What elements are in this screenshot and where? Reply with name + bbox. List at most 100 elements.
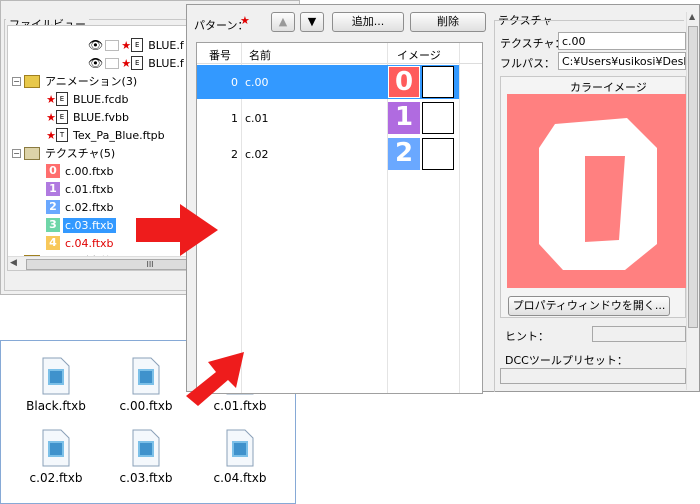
- tree-row-anim-3[interactable]: ★ T Tex_Pa_Blue.ftpb: [46, 126, 167, 144]
- animation-file-icon: E: [56, 110, 68, 124]
- texture-3-swatch-icon: 3: [46, 218, 60, 232]
- document-file-icon: [42, 357, 70, 395]
- visibility-toggle-icon[interactable]: [105, 39, 120, 51]
- file-item-black[interactable]: Black.ftxb: [17, 357, 95, 413]
- file-name: c.03.ftxb: [119, 471, 173, 485]
- delete-button[interactable]: 削除: [410, 12, 486, 32]
- pattern-alpha-1: [422, 102, 454, 134]
- file-name: c.04.ftxb: [213, 471, 267, 485]
- animation-file-icon: E: [56, 92, 68, 106]
- texture-label: テクスチャ：: [500, 37, 566, 50]
- drag-arrow-icon: [186, 352, 244, 406]
- file-name: Black.ftxb: [26, 399, 86, 413]
- pattern-alpha-0: [422, 66, 454, 98]
- tree-folder-texture[interactable]: − テクスチャ(5): [12, 144, 117, 162]
- model-file-icon: E: [131, 38, 144, 52]
- eye-icon[interactable]: 👁: [88, 56, 103, 70]
- dcc-preset-field[interactable]: [500, 368, 686, 384]
- add-button[interactable]: 追加...: [332, 12, 404, 32]
- move-up-button[interactable]: ▲: [271, 12, 295, 32]
- tree-folder-animation[interactable]: − アニメーション(3): [12, 72, 139, 90]
- tree-row-label: BLUE.f: [148, 56, 184, 70]
- row-name: c.02: [245, 148, 269, 161]
- tree-row-label: アニメーション(3): [45, 75, 138, 88]
- required-star-icon: ★: [46, 92, 56, 106]
- eye-icon[interactable]: 👁: [88, 38, 103, 52]
- pattern-image-0: 0: [388, 66, 420, 98]
- pattern-table[interactable]: 番号 名前 イメージ 0 c.00 0 1 c.01 1 2 c.02 2: [196, 42, 483, 394]
- file-item-c00[interactable]: c.00.ftxb: [107, 357, 185, 413]
- fullpath-field[interactable]: C:¥Users¥usikosi¥Deskto: [558, 52, 686, 70]
- required-star-icon: ★: [121, 56, 132, 70]
- row-number: 2: [231, 148, 238, 161]
- tree-row-texture-3[interactable]: 3 c.03.ftxb: [46, 216, 116, 234]
- required-star-icon: ★: [46, 110, 56, 124]
- pattern-image-1: 1: [388, 102, 420, 134]
- required-star-icon: ★: [240, 14, 250, 27]
- texture-2-swatch-icon: 2: [46, 200, 60, 214]
- tree-row-label: c.01.ftxb: [65, 182, 114, 196]
- visibility-toggle-icon[interactable]: [105, 57, 120, 69]
- vertical-scrollbar[interactable]: ▲: [686, 12, 699, 390]
- file-item-c04[interactable]: c.04.ftxb: [201, 429, 279, 485]
- collapse-icon[interactable]: −: [12, 148, 21, 158]
- texture-0-swatch-icon: 0: [46, 164, 60, 178]
- file-name: c.02.ftxb: [29, 471, 83, 485]
- color-image-preview: [507, 94, 686, 288]
- row-number: 1: [231, 112, 238, 125]
- tree-row-model-2[interactable]: 👁 ★ E BLUE.f: [88, 54, 186, 72]
- open-properties-button[interactable]: プロパティウィンドウを開く...: [508, 296, 670, 316]
- hint-field[interactable]: [592, 326, 686, 342]
- scroll-thumb[interactable]: [688, 26, 698, 328]
- required-star-icon: ★: [46, 128, 56, 142]
- document-file-icon: [42, 429, 70, 467]
- triangle-down-icon: ▼: [307, 15, 317, 28]
- texture-zero-glyph: [539, 118, 657, 270]
- texture-folder-icon: [24, 146, 40, 160]
- row-name: c.01: [245, 112, 269, 125]
- tree-row-label: c.02.ftxb: [65, 200, 114, 214]
- column-divider: [459, 43, 460, 393]
- tree-row-label: BLUE.fvbb: [73, 110, 129, 124]
- tree-row-texture-4[interactable]: 4 c.04.ftxb: [46, 234, 116, 252]
- tree-row-label-selected: c.03.ftxb: [63, 217, 116, 233]
- collapse-icon[interactable]: −: [12, 76, 21, 86]
- row-number: 0: [231, 76, 238, 89]
- texture-4-swatch-icon: 4: [46, 236, 60, 250]
- row-name: c.00: [245, 76, 269, 89]
- document-file-icon: [226, 429, 254, 467]
- document-file-icon: [132, 429, 160, 467]
- fullpath-label: フルパス：: [500, 57, 555, 70]
- tree-row-texture-2[interactable]: 2 c.02.ftxb: [46, 198, 116, 216]
- tree-row-label: テクスチャ(5): [45, 147, 116, 160]
- model-file-icon: E: [131, 56, 144, 70]
- texture-1-swatch-icon: 1: [46, 182, 60, 196]
- pattern-image-2: 2: [388, 138, 420, 170]
- file-name: c.00.ftxb: [119, 399, 173, 413]
- required-star-icon: ★: [121, 38, 132, 52]
- column-header-name[interactable]: 名前: [249, 47, 271, 63]
- dcc-preset-label: DCCツールプリセット：: [505, 354, 628, 367]
- tree-row-texture-1[interactable]: 1 c.01.ftxb: [46, 180, 116, 198]
- scroll-up-icon[interactable]: ▲: [689, 12, 695, 21]
- tree-row-anim-1[interactable]: ★ E BLUE.fcdb: [46, 90, 131, 108]
- texture-name-field[interactable]: c.00: [558, 32, 686, 50]
- tree-row-model-1[interactable]: 👁 ★ E BLUE.f: [88, 36, 186, 54]
- tree-row-label: BLUE.fcdb: [73, 92, 129, 106]
- tree-row-label: Tex_Pa_Blue.ftpb: [73, 128, 165, 142]
- column-header-number[interactable]: 番号: [209, 47, 231, 63]
- tree-row-label: BLUE.f: [148, 38, 184, 52]
- column-header-image[interactable]: イメージ: [397, 47, 441, 63]
- file-item-c03[interactable]: c.03.ftxb: [107, 429, 185, 485]
- tree-row-texture-0[interactable]: 0 c.00.ftxb: [46, 162, 116, 180]
- tree-row-label: c.04.ftxb: [65, 236, 114, 250]
- triangle-up-icon: ▲: [278, 15, 288, 28]
- move-down-button[interactable]: ▼: [300, 12, 324, 32]
- tree-row-anim-2[interactable]: ★ E BLUE.fvbb: [46, 108, 131, 126]
- scroll-left-icon[interactable]: ◀: [10, 258, 17, 268]
- tree-row-label: c.00.ftxb: [65, 164, 114, 178]
- animation-file-icon: T: [56, 128, 68, 142]
- pattern-table-header: 番号 名前 イメージ: [197, 43, 482, 64]
- file-item-c02[interactable]: c.02.ftxb: [17, 429, 95, 485]
- pattern-alpha-2: [422, 138, 454, 170]
